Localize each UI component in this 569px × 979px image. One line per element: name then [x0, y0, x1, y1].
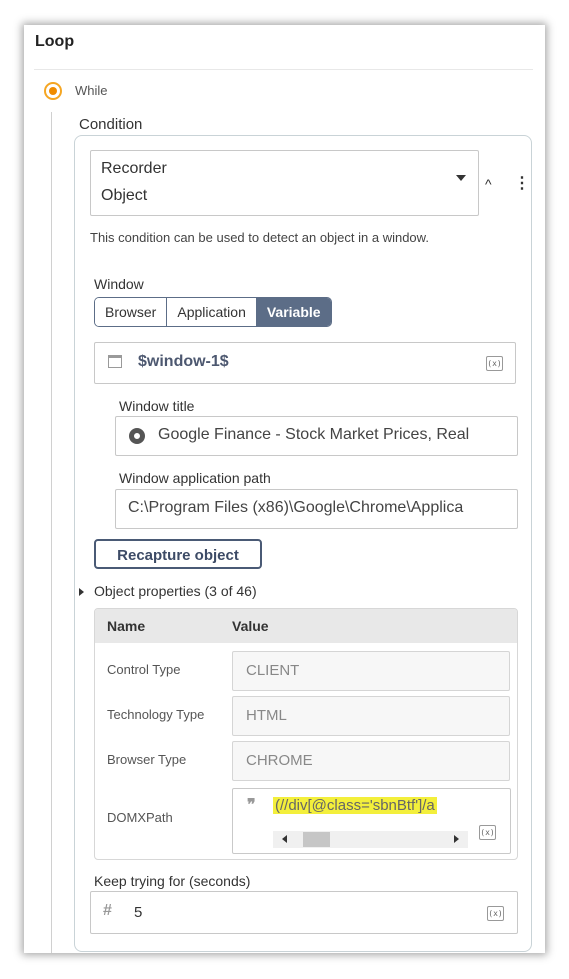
row-value-technology-type: HTML	[232, 696, 510, 736]
window-type-segmented-control: Browser Application Variable	[94, 297, 332, 327]
while-label: While	[75, 83, 108, 98]
chevron-up-icon[interactable]: ^	[485, 176, 492, 192]
window-title-value: Google Finance - Stock Market Prices, Re…	[158, 426, 470, 443]
horizontal-scrollbar[interactable]	[273, 831, 468, 848]
insert-variable-icon[interactable]: (x)	[479, 825, 496, 840]
insert-variable-icon[interactable]: (x)	[486, 356, 503, 371]
row-value-control-type: CLIENT	[232, 651, 510, 691]
panel-title: Loop	[35, 33, 75, 50]
scroll-thumb[interactable]	[303, 832, 330, 847]
domxpath-value: (//div[@class='sbnBtf']/a	[273, 797, 437, 814]
dropdown-line-1: Recorder	[101, 160, 167, 177]
row-name-technology-type: Technology Type	[107, 707, 205, 722]
column-header-name: Name	[107, 618, 146, 634]
kebab-menu-icon[interactable]: ⋮	[514, 173, 530, 193]
keep-trying-value: 5	[134, 904, 143, 921]
row-name-control-type: Control Type	[107, 662, 181, 677]
scroll-right-icon[interactable]	[454, 835, 459, 843]
recapture-object-button[interactable]: Recapture object	[94, 539, 262, 569]
quote-icon: ❞	[247, 795, 256, 814]
window-variable-field[interactable]: $window-1$ (x)	[94, 342, 516, 384]
row-value-text: HTML	[246, 707, 287, 724]
number-icon: #	[103, 902, 112, 919]
loop-panel: Loop While Condition Recorder Object ^ ⋮…	[24, 25, 545, 953]
while-radio-button[interactable]	[44, 82, 62, 100]
expand-caret-icon[interactable]	[79, 588, 84, 596]
window-title-field[interactable]: Google Finance - Stock Market Prices, Re…	[115, 416, 518, 456]
chrome-icon	[129, 428, 145, 444]
condition-label: Condition	[79, 116, 143, 133]
row-value-text: CLIENT	[246, 662, 300, 679]
row-name-domxpath: DOMXPath	[107, 810, 173, 825]
domxpath-input[interactable]: ❞ (//div[@class='sbnBtf']/a (x)	[232, 788, 511, 854]
window-app-path-label: Window application path	[119, 470, 271, 486]
row-value-browser-type: CHROME	[232, 741, 510, 781]
object-properties-toggle[interactable]: Object properties (3 of 46)	[94, 583, 257, 599]
divider	[34, 69, 533, 70]
insert-variable-icon[interactable]: (x)	[487, 906, 504, 921]
condition-description: This condition can be used to detect an …	[90, 230, 429, 245]
window-icon	[108, 355, 122, 368]
window-title-label: Window title	[119, 398, 195, 414]
tree-guide-line	[51, 112, 52, 953]
window-label: Window	[94, 276, 144, 292]
column-header-value: Value	[232, 618, 269, 634]
segment-browser[interactable]: Browser	[95, 298, 168, 326]
table-header: Name Value	[95, 609, 517, 643]
scroll-left-icon[interactable]	[282, 835, 287, 843]
window-app-path-value: C:\Program Files (x86)\Google\Chrome\App…	[128, 499, 464, 516]
row-name-browser-type: Browser Type	[107, 752, 187, 767]
object-properties-table: Name Value Control Type CLIENT Technolog…	[94, 608, 518, 860]
row-value-text: CHROME	[246, 752, 313, 769]
keep-trying-input[interactable]: # 5 (x)	[90, 891, 518, 934]
window-variable-value: $window-1$	[138, 353, 229, 370]
caret-down-icon	[456, 175, 466, 181]
dropdown-line-2: Object	[101, 187, 148, 204]
condition-type-dropdown[interactable]: Recorder Object	[90, 150, 479, 216]
segment-application[interactable]: Application	[167, 298, 257, 326]
segment-variable[interactable]: Variable	[256, 298, 331, 326]
keep-trying-label: Keep trying for (seconds)	[94, 873, 251, 889]
window-app-path-field[interactable]: C:\Program Files (x86)\Google\Chrome\App…	[115, 489, 518, 529]
